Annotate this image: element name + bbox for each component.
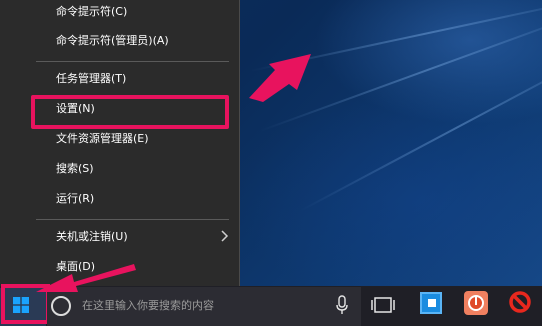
task-view-icon[interactable] <box>370 295 396 315</box>
blue-app-icon-glyph <box>428 299 436 307</box>
settings-annotation-box <box>31 95 229 129</box>
search-circle-icon <box>51 296 71 316</box>
blue-app-icon[interactable] <box>420 292 442 314</box>
menu-item-command-prompt-admin[interactable]: 命令提示符(管理员)(A) <box>56 30 169 52</box>
annotation-arrow-to-start <box>36 264 136 292</box>
menu-item-command-prompt[interactable]: 命令提示符(C) <box>56 1 127 23</box>
no-entry-icon[interactable] <box>508 290 532 314</box>
menu-item-run[interactable]: 运行(R) <box>56 188 94 210</box>
search-input[interactable]: 在这里输入你要搜索的内容 <box>82 297 214 315</box>
start-context-menu: 命令提示符(C) 命令提示符(管理员)(A) 任务管理器(T) 设置(N) 文件… <box>0 0 240 288</box>
menu-item-search[interactable]: 搜索(S) <box>56 158 94 180</box>
wallpaper-light-beam <box>299 41 542 212</box>
microphone-icon[interactable] <box>335 295 349 315</box>
menu-item-file-explorer[interactable]: 文件资源管理器(E) <box>56 128 149 150</box>
menu-item-shutdown-signout[interactable]: 关机或注销(U) <box>56 226 128 248</box>
red-power-app-icon[interactable] <box>464 291 488 315</box>
power-glyph-bar <box>475 297 477 305</box>
annotation-arrow-to-settings <box>249 54 311 102</box>
menu-item-task-manager[interactable]: 任务管理器(T) <box>56 68 126 90</box>
menu-separator <box>36 61 229 62</box>
menu-separator <box>36 219 229 220</box>
chevron-right-icon <box>221 230 229 242</box>
